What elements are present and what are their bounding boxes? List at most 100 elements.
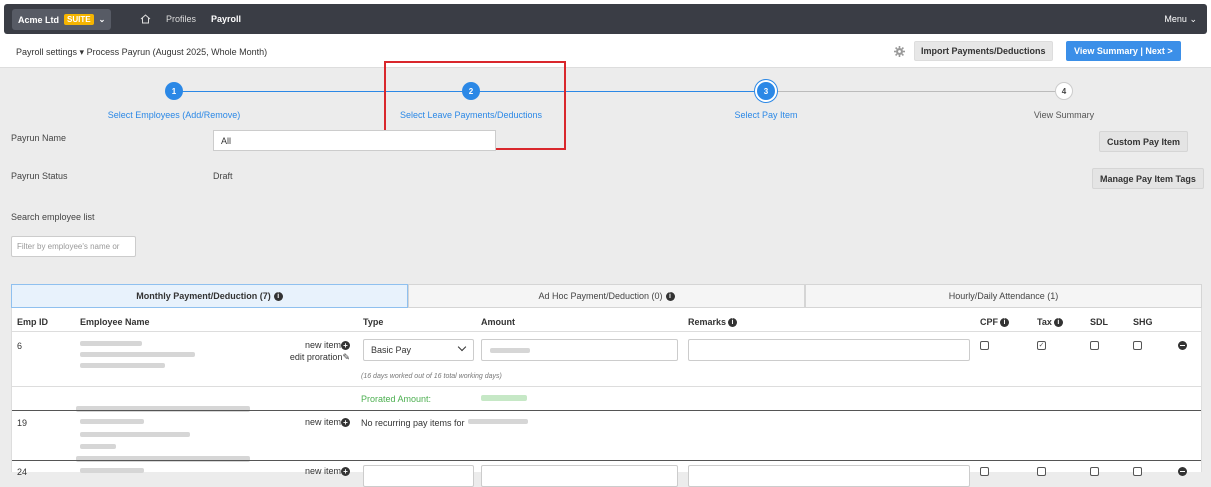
custom-pay-item-button[interactable]: Custom Pay Item xyxy=(1099,131,1189,152)
info-icon[interactable]: i xyxy=(1000,317,1009,327)
header-tax: Tax i xyxy=(1037,317,1063,327)
sdl-checkbox[interactable] xyxy=(1090,341,1099,350)
nav-payroll[interactable]: Payroll xyxy=(211,14,241,24)
no-recurring-items-text: No recurring pay items for xyxy=(361,418,465,428)
info-icon[interactable]: i xyxy=(1053,317,1063,327)
row-divider xyxy=(12,410,1201,411)
redacted-name xyxy=(80,341,142,346)
redacted-name xyxy=(80,352,195,357)
company-name: Acme Ltd xyxy=(18,14,60,25)
payrun-name-input[interactable]: All xyxy=(213,130,496,151)
manage-pay-item-tags-button[interactable]: Manage Pay Item Tags xyxy=(1092,168,1204,189)
edit-icon: ✎ xyxy=(342,352,350,362)
redacted-name xyxy=(80,432,190,437)
chevron-down-icon: ⌄ xyxy=(98,15,106,24)
top-navigation-bar: Acme Ltd SUITE ⌄ Profiles Payroll Menu ⌄ xyxy=(0,0,1211,36)
header-shg: SHG xyxy=(1133,317,1153,327)
menu-button[interactable]: Menu ⌄ xyxy=(1164,14,1197,25)
cpf-checkbox[interactable] xyxy=(980,341,989,350)
plus-circle-icon: + xyxy=(341,418,350,428)
redacted-text xyxy=(76,456,250,462)
tab-monthly[interactable]: Monthly Payment/Deduction (7) i xyxy=(11,284,408,308)
redacted-name xyxy=(468,419,528,424)
row-3-emp-id: 24 xyxy=(17,467,28,477)
new-item-link[interactable]: new item + xyxy=(272,340,350,351)
pay-type-select[interactable]: Basic Pay xyxy=(363,339,474,361)
header-emp-id: Emp ID xyxy=(17,317,49,327)
menu-label: Menu xyxy=(1164,14,1187,24)
new-item-label: new item xyxy=(304,340,341,350)
step-4-marker[interactable]: 4 xyxy=(1055,82,1073,100)
new-item-label: new item xyxy=(304,417,341,427)
redacted-name xyxy=(80,444,116,449)
chevron-down-icon: ⌄ xyxy=(1189,14,1197,24)
subheader: Payroll settings ▾ Process Payrun (Augus… xyxy=(0,36,1211,68)
breadcrumb-current: Process Payrun (August 2025, Whole Month… xyxy=(86,47,268,57)
remove-item-icon[interactable] xyxy=(1178,341,1187,350)
redacted-amount xyxy=(490,348,530,353)
new-item-link[interactable]: new item + xyxy=(272,417,350,428)
home-icon[interactable] xyxy=(140,14,151,24)
info-icon[interactable]: i xyxy=(273,291,283,301)
redacted-text xyxy=(76,406,250,412)
pay-type-select[interactable] xyxy=(363,465,474,487)
row-divider xyxy=(12,460,1201,461)
view-summary-next-button[interactable]: View Summary | Next > xyxy=(1066,41,1181,61)
new-item-label: new item xyxy=(304,466,341,476)
header-sdl: SDL xyxy=(1090,317,1108,327)
tab-hourly-label: Hourly/Daily Attendance (1) xyxy=(948,291,1059,301)
header-amount: Amount xyxy=(481,317,515,327)
row-1-emp-id: 6 xyxy=(17,341,23,351)
step-1-label[interactable]: Select Employees (Add/Remove) xyxy=(108,110,241,120)
tab-adhoc-label: Ad Hoc Payment/Deduction (0) xyxy=(538,291,663,301)
row-2-emp-id: 19 xyxy=(17,418,28,428)
header-cpf-label: CPF xyxy=(980,317,998,327)
proration-note: (16 days worked out of 16 total working … xyxy=(361,373,502,380)
import-payments-button[interactable]: Import Payments/Deductions xyxy=(914,41,1053,61)
payrun-name-label: Payrun Name xyxy=(11,133,67,143)
shg-checkbox[interactable] xyxy=(1133,341,1142,350)
info-icon[interactable]: i xyxy=(665,291,675,301)
suite-badge: SUITE xyxy=(64,14,94,25)
row-divider xyxy=(12,386,1201,387)
redacted-prorated-amount xyxy=(481,395,527,401)
info-icon[interactable]: i xyxy=(728,317,738,327)
new-item-link[interactable]: new item + xyxy=(272,466,350,477)
payrun-status-value: Draft xyxy=(213,171,233,181)
employee-filter-input[interactable]: Filter by employee's name or xyxy=(11,236,136,257)
stepper-remaining-line xyxy=(766,91,1064,92)
search-label: Search employee list xyxy=(11,212,95,222)
header-remarks-label: Remarks xyxy=(688,317,727,327)
nav-profiles[interactable]: Profiles xyxy=(166,14,196,24)
step-4-label[interactable]: View Summary xyxy=(1034,110,1094,120)
redacted-name xyxy=(80,468,144,473)
header-divider xyxy=(12,331,1201,332)
header-type: Type xyxy=(363,317,384,327)
prorated-amount-label: Prorated Amount: xyxy=(361,394,432,404)
edit-proration-label: edit proration xyxy=(289,352,343,362)
edit-proration-link[interactable]: edit proration✎ xyxy=(262,352,350,363)
breadcrumb-payroll-settings[interactable]: Payroll settings xyxy=(16,47,77,57)
redacted-name xyxy=(80,363,165,368)
payrun-status-label: Payrun Status xyxy=(11,171,68,181)
pay-type-value: Basic Pay xyxy=(371,345,412,355)
step-3-marker[interactable]: 3 xyxy=(757,82,775,100)
pay-items-table: Emp ID Employee Name Type Amount Remarks… xyxy=(11,308,1202,487)
header-tax-label: Tax xyxy=(1037,317,1052,327)
company-switcher[interactable]: Acme Ltd SUITE ⌄ xyxy=(12,9,112,30)
tab-hourly[interactable]: Hourly/Daily Attendance (1) xyxy=(805,284,1202,308)
gear-icon[interactable] xyxy=(894,46,905,57)
tab-adhoc[interactable]: Ad Hoc Payment/Deduction (0) i xyxy=(408,284,805,308)
remarks-input[interactable] xyxy=(688,339,970,361)
amount-input[interactable] xyxy=(481,465,678,487)
caret-down-icon: ▾ xyxy=(79,47,85,57)
tab-bar: Monthly Payment/Deduction (7) i Ad Hoc P… xyxy=(11,284,1202,308)
step-1-marker[interactable]: 1 xyxy=(165,82,183,100)
remarks-input[interactable] xyxy=(688,465,970,487)
tax-checkbox[interactable]: ✓ xyxy=(1037,341,1046,350)
redacted-name xyxy=(80,419,144,424)
chevron-down-icon xyxy=(457,342,467,352)
tab-monthly-label: Monthly Payment/Deduction (7) xyxy=(136,291,271,301)
amount-input[interactable] xyxy=(481,339,678,361)
step-3-label[interactable]: Select Pay Item xyxy=(734,110,797,120)
